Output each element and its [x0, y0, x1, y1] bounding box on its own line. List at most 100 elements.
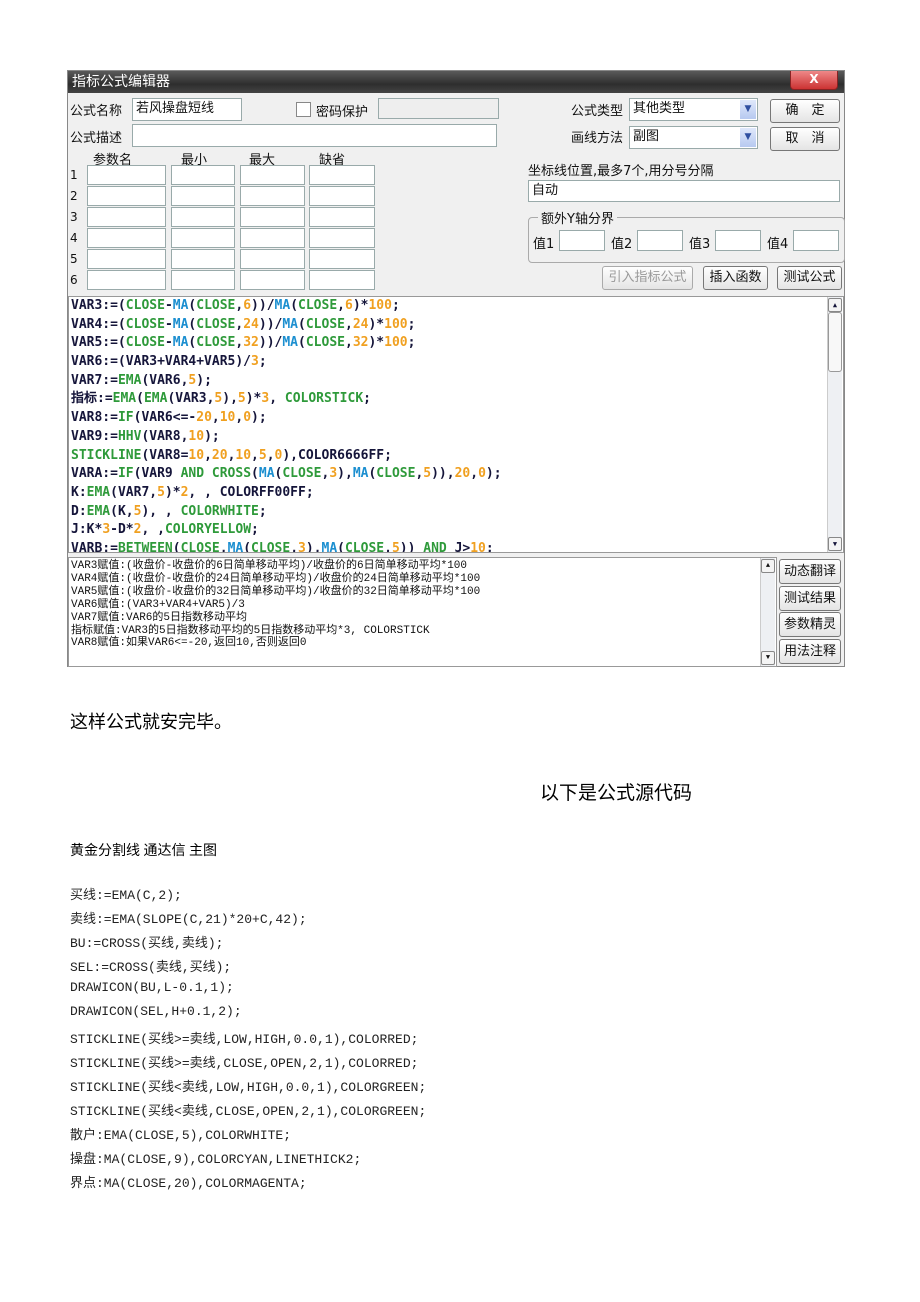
chevron-down-icon[interactable]: ▼	[740, 100, 756, 119]
param-cell-input[interactable]	[309, 186, 375, 206]
formula-name-input[interactable]: 若风操盘短线	[132, 98, 242, 121]
code-token: )),	[431, 466, 455, 482]
code-editor[interactable]: VAR3:=(CLOSE-MA(CLOSE,6))/MA(CLOSE,6)*10…	[68, 296, 844, 553]
yaxis-value-input[interactable]	[715, 230, 761, 251]
code-token: ))/	[251, 298, 275, 313]
side-button-1[interactable]: 测试结果	[779, 585, 841, 611]
code-token: ),COLOR6666FF;	[282, 447, 392, 463]
explanation-scrollbar[interactable]: ▲ ▼	[760, 558, 775, 666]
code-line: J:K*3-D*2, ,COLORYELLOW;	[69, 521, 843, 540]
code-token: 100	[368, 298, 392, 313]
code-token: 24	[352, 316, 369, 332]
side-button-2[interactable]: 参数精灵	[779, 612, 841, 637]
param-cell-input[interactable]	[309, 165, 375, 185]
code-line: 指标:=EMA(EMA(VAR3,5),5)*3, COLORSTICK;	[69, 390, 843, 409]
param-cell-input[interactable]	[309, 207, 375, 227]
insert-function-button[interactable]: 插入函数	[703, 266, 768, 290]
source-line: DRAWICON(SEL,H+0.1,2);	[70, 1004, 242, 1019]
scroll-down-icon[interactable]: ▼	[761, 651, 775, 665]
code-token: STICKLINE	[71, 447, 142, 463]
code-token: CLOSE	[376, 466, 416, 482]
code-token: (VAR8=	[141, 447, 189, 463]
source-heading: 以下是公式源代码	[540, 783, 693, 804]
param-cell-input[interactable]	[171, 249, 235, 269]
param-cell-input[interactable]	[240, 165, 305, 185]
param-cell-input[interactable]	[171, 228, 235, 248]
yaxis-value-input[interactable]	[637, 230, 683, 251]
draw-method-select[interactable]: 副图 ▼	[629, 126, 758, 149]
param-cell-input[interactable]	[171, 207, 235, 227]
code-token: CLOSE	[344, 540, 385, 553]
code-token: -	[164, 335, 173, 351]
side-button-3[interactable]: 用法注释	[779, 638, 841, 664]
param-cell-input[interactable]	[309, 249, 375, 269]
formula-desc-input[interactable]	[132, 124, 497, 147]
code-token: (	[298, 316, 306, 332]
code-line: VAR5:=(CLOSE-MA(CLOSE,32))/MA(CLOSE,32)*…	[69, 334, 843, 353]
chevron-down-icon[interactable]: ▼	[740, 128, 756, 147]
done-text: 这样公式就安完毕。	[70, 712, 232, 732]
code-token: (	[243, 540, 252, 553]
param-cell-input[interactable]	[87, 207, 166, 227]
param-cell-input[interactable]	[240, 207, 305, 227]
code-token: 5	[237, 391, 246, 407]
code-token: CROSS	[211, 466, 252, 482]
code-token: 5	[423, 466, 432, 482]
code-scrollbar[interactable]: ▲ ▼	[827, 297, 842, 552]
param-cell-input[interactable]	[87, 249, 166, 269]
code-token: VARB:=	[71, 540, 118, 553]
code-token: MA	[227, 540, 244, 553]
code-token: ),	[222, 391, 238, 407]
code-token: CLOSE	[305, 335, 345, 351]
cancel-button[interactable]: 取 消	[770, 127, 840, 151]
code-token: ;	[251, 522, 259, 538]
code-token: )*	[245, 391, 262, 407]
param-cell-input[interactable]	[171, 270, 235, 290]
code-token: ;	[363, 391, 371, 407]
desc-label: 公式描述	[70, 131, 123, 146]
yaxis-value-input[interactable]	[793, 230, 839, 251]
code-token: EMA	[143, 391, 168, 407]
password-input[interactable]	[378, 98, 499, 119]
side-button-0[interactable]: 动态翻译	[779, 559, 841, 584]
param-cell-input[interactable]	[309, 270, 375, 290]
import-formula-button[interactable]: 引入指标公式	[602, 266, 693, 290]
scroll-down-icon[interactable]: ▼	[828, 537, 842, 551]
ok-button[interactable]: 确 定	[770, 99, 840, 123]
code-token: 100	[384, 316, 408, 332]
code-token: (VAR6,	[141, 372, 189, 388]
close-button[interactable]: X	[790, 71, 838, 90]
scroll-up-icon[interactable]: ▲	[761, 559, 775, 573]
param-cell-input[interactable]	[240, 228, 305, 248]
password-checkbox[interactable]	[296, 102, 311, 117]
param-cell-input[interactable]	[87, 165, 166, 185]
code-token: (	[298, 335, 306, 351]
code-token: 5	[258, 447, 267, 463]
axis-position-input[interactable]: 自动	[528, 180, 840, 202]
code-token: ))/	[258, 316, 283, 332]
param-cell-input[interactable]	[87, 270, 166, 290]
source-line: 操盘:MA(CLOSE,9),COLORCYAN,LINETHICK2;	[70, 1152, 362, 1167]
yaxis-value-input[interactable]	[559, 230, 605, 251]
scrollbar-thumb[interactable]	[828, 312, 842, 372]
code-token: ,	[204, 447, 212, 463]
explanation-line: VAR7赋值:VAR6的5日指数移动平均	[71, 611, 248, 624]
param-cell-input[interactable]	[309, 228, 375, 248]
scroll-up-icon[interactable]: ▲	[828, 298, 842, 312]
code-token: (VAR3,	[167, 391, 215, 407]
code-token: ,	[470, 466, 479, 482]
code-token: ;	[485, 540, 494, 553]
param-cell-input[interactable]	[240, 249, 305, 269]
param-cell-input[interactable]	[171, 186, 235, 206]
param-cell-input[interactable]	[240, 270, 305, 290]
param-cell-input[interactable]	[171, 165, 235, 185]
code-token: VAR4:=(	[71, 316, 126, 332]
param-cell-input[interactable]	[87, 186, 166, 206]
yaxis-value-label: 值3	[689, 237, 711, 252]
param-cell-input[interactable]	[87, 228, 166, 248]
source-line: STICKLINE(买线<卖线,CLOSE,OPEN,2,1),COLORGRE…	[70, 1104, 427, 1119]
source-line: STICKLINE(买线>=卖线,LOW,HIGH,0.0,1),COLORRE…	[70, 1032, 419, 1047]
formula-type-select[interactable]: 其他类型 ▼	[629, 98, 758, 121]
param-cell-input[interactable]	[240, 186, 305, 206]
test-formula-button[interactable]: 测试公式	[777, 266, 842, 290]
